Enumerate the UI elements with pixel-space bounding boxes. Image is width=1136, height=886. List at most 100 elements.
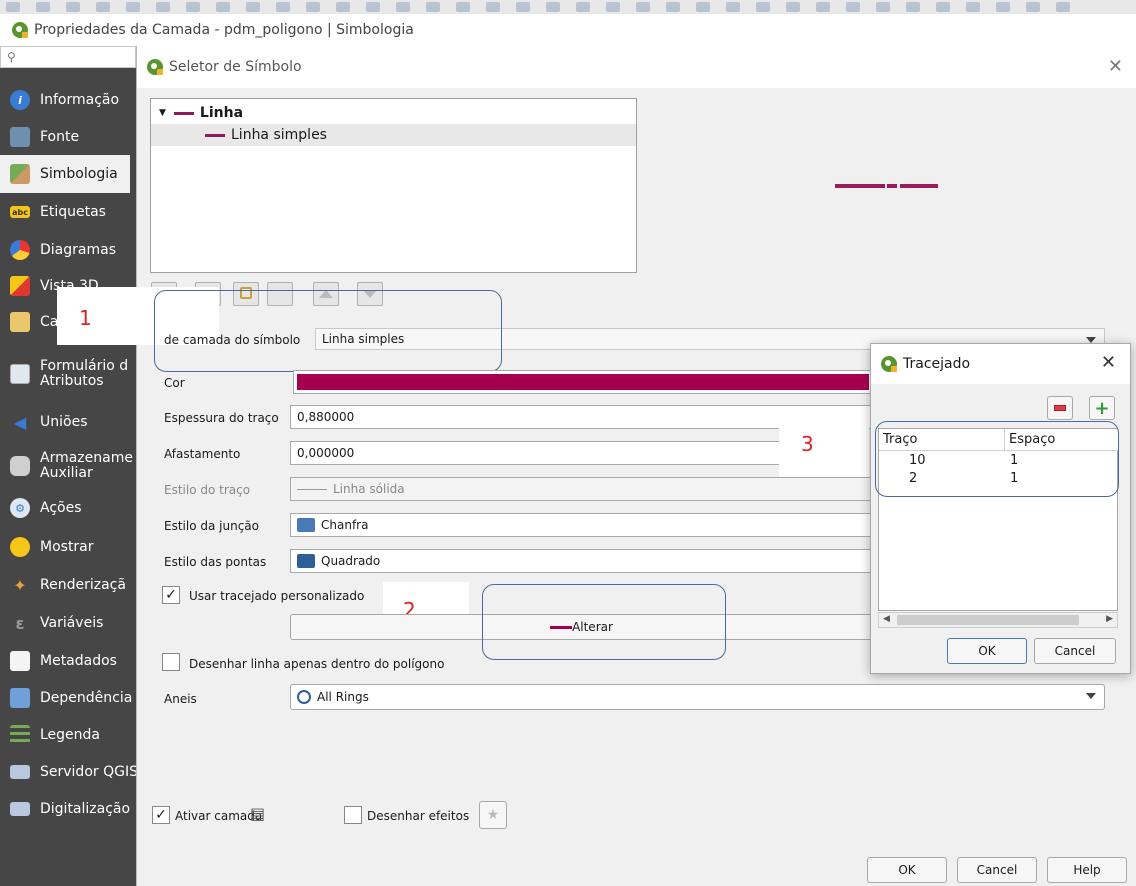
solid-line-icon <box>297 488 327 490</box>
highlight-box-2 <box>482 584 726 660</box>
color-button[interactable] <box>293 370 873 394</box>
qgis-logo-icon <box>12 22 28 38</box>
close-icon[interactable]: ✕ <box>1101 352 1116 373</box>
stroke-style-label: Estilo do traço <box>164 483 251 497</box>
sidebar-item-simbologia[interactable]: Simbologia <box>0 155 130 193</box>
symbol-dialog-title: Seletor de Símbolo <box>169 59 302 75</box>
help-button[interactable]: Help <box>1047 857 1127 883</box>
window-title: Propriedades da Camada - pdm_poligono | … <box>34 22 414 38</box>
sidebar-item-servidor-qgis[interactable]: Servidor QGIS <box>0 754 136 790</box>
cap-style-combo[interactable]: Quadrado <box>290 549 873 573</box>
cap-style-label: Estilo das pontas <box>164 555 267 569</box>
enable-layer-checkbox[interactable]: ✓ <box>152 806 170 824</box>
sidebar-item-armazenamento[interactable]: Armazename Auxiliar <box>0 446 136 486</box>
join-style-combo[interactable]: Chanfra <box>290 513 873 537</box>
sidebar-item-renderizacao[interactable]: ✦ Renderizaçã <box>0 567 136 603</box>
stroke-style-combo: Linha sólida <box>290 477 873 501</box>
properties-sidebar: ⚲ i Informação Fonte Simbologia abc Etiq… <box>0 46 136 886</box>
sidebar-item-acoes[interactable]: ⚙ Ações <box>0 490 136 526</box>
dash-ok-button[interactable]: OK <box>947 638 1027 664</box>
dash-preview-segment <box>887 184 897 188</box>
sidebar-item-variaveis[interactable]: ε Variáveis <box>0 605 136 641</box>
symbol-dialog-titlebar: Seletor de Símbolo ✕ <box>137 46 1136 88</box>
qgis-logo-icon <box>147 59 163 75</box>
sidebar-item-etiquetas[interactable]: abc Etiquetas <box>0 194 136 230</box>
dash-preview-segment <box>835 184 885 188</box>
rings-icon <box>297 690 311 704</box>
sidebar-item-informacao[interactable]: i Informação <box>0 82 136 118</box>
diagrams-icon <box>10 240 30 260</box>
sidebar-item-formulario[interactable]: Formulário d Atributos <box>0 354 136 394</box>
color-label: Cor <box>164 376 185 390</box>
annotation-patch <box>779 419 869 477</box>
line-swatch-icon <box>205 133 225 137</box>
draw-effects-checkbox[interactable] <box>344 806 362 824</box>
top-toolbar-strip <box>0 0 1136 14</box>
sidebar-item-legenda[interactable]: Legenda <box>0 717 136 753</box>
dash-dialog-title: Tracejado <box>903 356 971 372</box>
sidebar-item-diagramas[interactable]: Diagramas <box>0 232 136 268</box>
tree-item-linha-simples[interactable]: Linha simples <box>151 124 636 146</box>
rings-combo[interactable]: All Rings <box>290 684 1105 710</box>
annotation-number-1: 1 <box>79 306 92 330</box>
horizontal-scrollbar[interactable]: ◀ ▶ <box>878 612 1118 628</box>
highlight-box-3 <box>875 421 1119 497</box>
dependencies-icon <box>10 688 30 708</box>
legend-icon <box>10 725 30 745</box>
scroll-thumb[interactable] <box>897 615 1079 625</box>
sidebar-item-fonte[interactable]: Fonte <box>0 119 136 155</box>
inside-polygon-label: Desenhar linha apenas dentro do polígono <box>189 657 445 671</box>
actions-icon: ⚙ <box>10 498 30 518</box>
digitizing-icon <box>10 802 30 816</box>
minus-icon <box>1054 405 1066 411</box>
inside-polygon-checkbox[interactable] <box>162 653 180 671</box>
sidebar-item-unioes[interactable]: ◀ Uniões <box>0 404 136 440</box>
chevron-down-icon <box>1086 693 1096 699</box>
scroll-right-icon[interactable]: ▶ <box>1106 614 1113 624</box>
server-icon <box>10 765 30 779</box>
effects-star-button[interactable]: ★ <box>479 801 507 829</box>
qgis-logo-icon <box>881 356 897 372</box>
sidebar-search-input[interactable]: ⚲ <box>0 46 136 68</box>
joins-icon: ◀ <box>13 412 27 432</box>
line-swatch-icon <box>173 111 194 115</box>
chevron-down-icon[interactable]: ▼ <box>159 108 166 118</box>
info-icon: i <box>10 90 30 110</box>
fields-icon <box>10 312 30 332</box>
scroll-left-icon[interactable]: ◀ <box>883 614 890 624</box>
dash-cancel-button[interactable]: Cancel <box>1034 638 1116 664</box>
remove-dash-button[interactable] <box>1047 396 1073 420</box>
sidebar-item-dependencias[interactable]: Dependência <box>0 680 136 716</box>
data-defined-override-icon[interactable]: ▤ <box>250 804 265 823</box>
rendering-icon: ✦ <box>13 575 27 595</box>
sidebar-item-digitalizacao[interactable]: Digitalização <box>0 791 136 827</box>
sidebar-item-mostrar[interactable]: Mostrar <box>0 529 136 565</box>
search-icon: ⚲ <box>7 50 16 64</box>
sidebar-item-metadados[interactable]: Metadados <box>0 643 136 679</box>
cube-3d-icon <box>10 276 30 296</box>
variables-icon: ε <box>15 613 25 633</box>
stroke-width-label: Espessura do traço <box>164 411 279 425</box>
highlight-box-1 <box>154 290 502 372</box>
storage-icon <box>10 456 30 476</box>
custom-dash-label: Usar tracejado personalizado <box>189 589 365 603</box>
cancel-button[interactable]: Cancel <box>957 857 1037 883</box>
draw-effects-label: Desenhar efeitos <box>367 809 470 823</box>
symbol-layer-tree[interactable]: ▼ Linha Linha simples <box>150 98 637 273</box>
plus-icon: + <box>1094 397 1110 419</box>
annotation-number-3: 3 <box>801 432 814 456</box>
custom-dash-checkbox[interactable]: ✓ <box>162 586 180 604</box>
add-dash-button[interactable]: + <box>1089 396 1115 420</box>
ok-button[interactable]: OK <box>867 857 947 883</box>
metadata-icon <box>10 651 30 671</box>
star-icon: ★ <box>486 807 500 823</box>
display-icon <box>10 537 30 557</box>
square-cap-icon <box>297 554 315 568</box>
tree-item-linha[interactable]: ▼ Linha <box>151 102 636 124</box>
dash-dialog-titlebar: Tracejado ✕ <box>871 344 1130 384</box>
close-icon[interactable]: ✕ <box>1108 56 1123 77</box>
offset-spinbox[interactable]: 0,000000 <box>290 441 780 465</box>
bevel-join-icon <box>297 518 315 532</box>
dash-preview-segment <box>900 184 938 188</box>
rings-label: Aneis <box>164 692 197 706</box>
